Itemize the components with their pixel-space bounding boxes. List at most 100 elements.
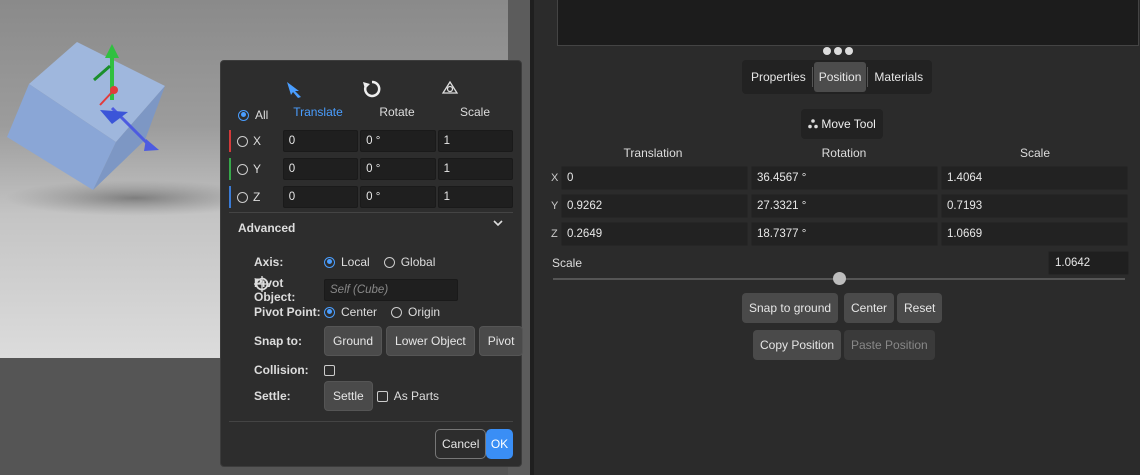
move-tool-button[interactable]: Move Tool [801, 109, 883, 139]
rotate-x-field[interactable]: 0 ° [360, 130, 436, 152]
divider [229, 212, 513, 213]
collision-checkbox[interactable] [324, 364, 335, 376]
translate-x-field[interactable]: 0 [282, 130, 359, 152]
axis-row-x: X 0 0 ° 1 [229, 130, 515, 152]
snap-lower-object-button[interactable]: Lower Object [386, 326, 475, 356]
radio-icon [383, 256, 395, 268]
all-label: All [255, 108, 269, 122]
as-parts-checkbox[interactable]: As Parts [376, 389, 439, 403]
scale-x-field[interactable]: 1.4064 [940, 166, 1128, 190]
rotation-x-field[interactable]: 36.4567 ° [750, 166, 938, 190]
tab-position[interactable]: Position [813, 62, 867, 92]
mode-label: Scale [459, 105, 491, 119]
divider [229, 421, 513, 422]
rotation-z-field[interactable]: 18.7377 ° [750, 222, 938, 246]
pivot-center-label: Center [341, 305, 378, 319]
3d-viewport[interactable]: Translate Rotate Scale All X 0 0 ° 1 Y 0… [0, 0, 534, 475]
snap-to-ground-button[interactable]: Snap to ground [742, 293, 839, 323]
radio-selected-icon [324, 306, 335, 318]
axis-color-bar [229, 186, 231, 208]
radio-selected-icon [324, 256, 335, 268]
tab-separator [811, 67, 813, 87]
uniform-scale-slider-handle[interactable] [833, 272, 846, 285]
panel-tabs: Properties Position Materials [742, 60, 933, 94]
scale-y-field[interactable]: 1 [437, 158, 513, 180]
axis-color-bar [229, 130, 231, 152]
gizmo-y-arrow [105, 44, 119, 58]
translation-x-field[interactable]: 0 [560, 166, 748, 190]
snap-ground-button[interactable]: Ground [324, 326, 383, 356]
radio-icon [391, 306, 403, 318]
all-axes-radio[interactable]: All [238, 108, 268, 122]
paste-position-button[interactable]: Paste Position [844, 330, 935, 360]
pivot-point-row: Pivot Point: Center Origin [254, 305, 454, 319]
rotation-y-field[interactable]: 27.3321 ° [750, 194, 938, 218]
scale-z-field[interactable]: 1.0669 [940, 222, 1128, 246]
translation-y-field[interactable]: 0.9262 [560, 194, 748, 218]
axis-label: Y [252, 162, 261, 176]
scale-z-field[interactable]: 1 [437, 186, 513, 208]
column-header-translation: Translation [623, 146, 683, 160]
uniform-scale-input[interactable]: 1.0642 [1048, 251, 1129, 275]
tab-separator [867, 67, 869, 87]
axis-local-label: Local [341, 255, 370, 269]
column-header-rotation: Rotation [821, 146, 867, 160]
axis-row-z: Z 0 0 ° 1 [229, 186, 515, 208]
checkbox-icon [376, 390, 388, 402]
row-axis-label: X [551, 172, 559, 184]
translate-arrow-icon [283, 79, 353, 105]
transform-dialog: Translate Rotate Scale All X 0 0 ° 1 Y 0… [220, 60, 524, 467]
scale-x-field[interactable]: 1 [437, 130, 513, 152]
axis-label: Z [252, 190, 261, 204]
mode-translate[interactable]: Translate [283, 79, 353, 119]
position-row-x: X 0 36.4567 ° 1.4064 [551, 166, 1131, 190]
row-axis-label: Y [551, 200, 559, 212]
translate-z-field[interactable]: 0 [282, 186, 359, 208]
settle-row: Settle: Settle As Parts [254, 381, 453, 411]
rotate-z-field[interactable]: 0 ° [360, 186, 436, 208]
collision-row: Collision: [254, 363, 335, 377]
pivot-center-radio[interactable]: Center [324, 305, 377, 319]
reset-button[interactable]: Reset [897, 293, 943, 323]
snap-row: Snap to: Ground Lower Object Pivot [254, 326, 527, 356]
tab-properties[interactable]: Properties [746, 62, 811, 92]
pivot-origin-radio[interactable]: Origin [391, 305, 440, 319]
pivot-object-input[interactable]: Self (Cube) [324, 279, 458, 301]
move-tool-icon [808, 117, 821, 131]
preview-area [557, 0, 1139, 46]
scale-y-field[interactable]: 0.7193 [940, 194, 1128, 218]
scale-icon [440, 79, 510, 105]
cancel-button[interactable]: Cancel [435, 429, 487, 459]
more-options-icon[interactable] [823, 47, 853, 55]
ok-button[interactable]: OK [486, 429, 513, 459]
position-row-y: Y 0.9262 27.3321 ° 0.7193 [551, 194, 1131, 218]
settle-button[interactable]: Settle [324, 381, 373, 411]
gizmo-x-arrow [144, 139, 159, 151]
axis-y-radio[interactable] [236, 163, 248, 175]
properties-panel: Properties Position Materials Move Tool … [534, 0, 1140, 475]
pivot-origin-label: Origin [408, 305, 441, 319]
mode-scale[interactable]: Scale [440, 79, 510, 119]
rotate-y-field[interactable]: 0 ° [360, 158, 436, 180]
tab-materials[interactable]: Materials [869, 62, 928, 92]
axis-option-label: Axis: [254, 255, 284, 269]
copy-position-button[interactable]: Copy Position [753, 330, 842, 360]
pivot-point-label: Pivot Point: [254, 305, 321, 319]
translate-y-field[interactable]: 0 [282, 158, 359, 180]
snap-pivot-button[interactable]: Pivot [478, 326, 524, 356]
row-axis-label: Z [551, 228, 558, 240]
axis-local-radio[interactable]: Local [324, 255, 370, 269]
axis-global-radio[interactable]: Global [383, 255, 436, 269]
mode-rotate[interactable]: Rotate [362, 79, 432, 119]
center-button[interactable]: Center [844, 293, 895, 323]
advanced-header[interactable]: Advanced [238, 221, 295, 235]
snap-label: Snap to: [254, 334, 302, 348]
axis-label: X [252, 134, 261, 148]
axis-z-radio[interactable] [236, 191, 248, 203]
mode-label: Translate [293, 105, 343, 119]
axis-global-label: Global [400, 255, 436, 269]
axis-x-radio[interactable] [236, 135, 248, 147]
move-tool-label: Move Tool [821, 117, 876, 131]
translation-z-field[interactable]: 0.2649 [560, 222, 748, 246]
position-row-z: Z 0.2649 18.7377 ° 1.0669 [551, 222, 1131, 246]
